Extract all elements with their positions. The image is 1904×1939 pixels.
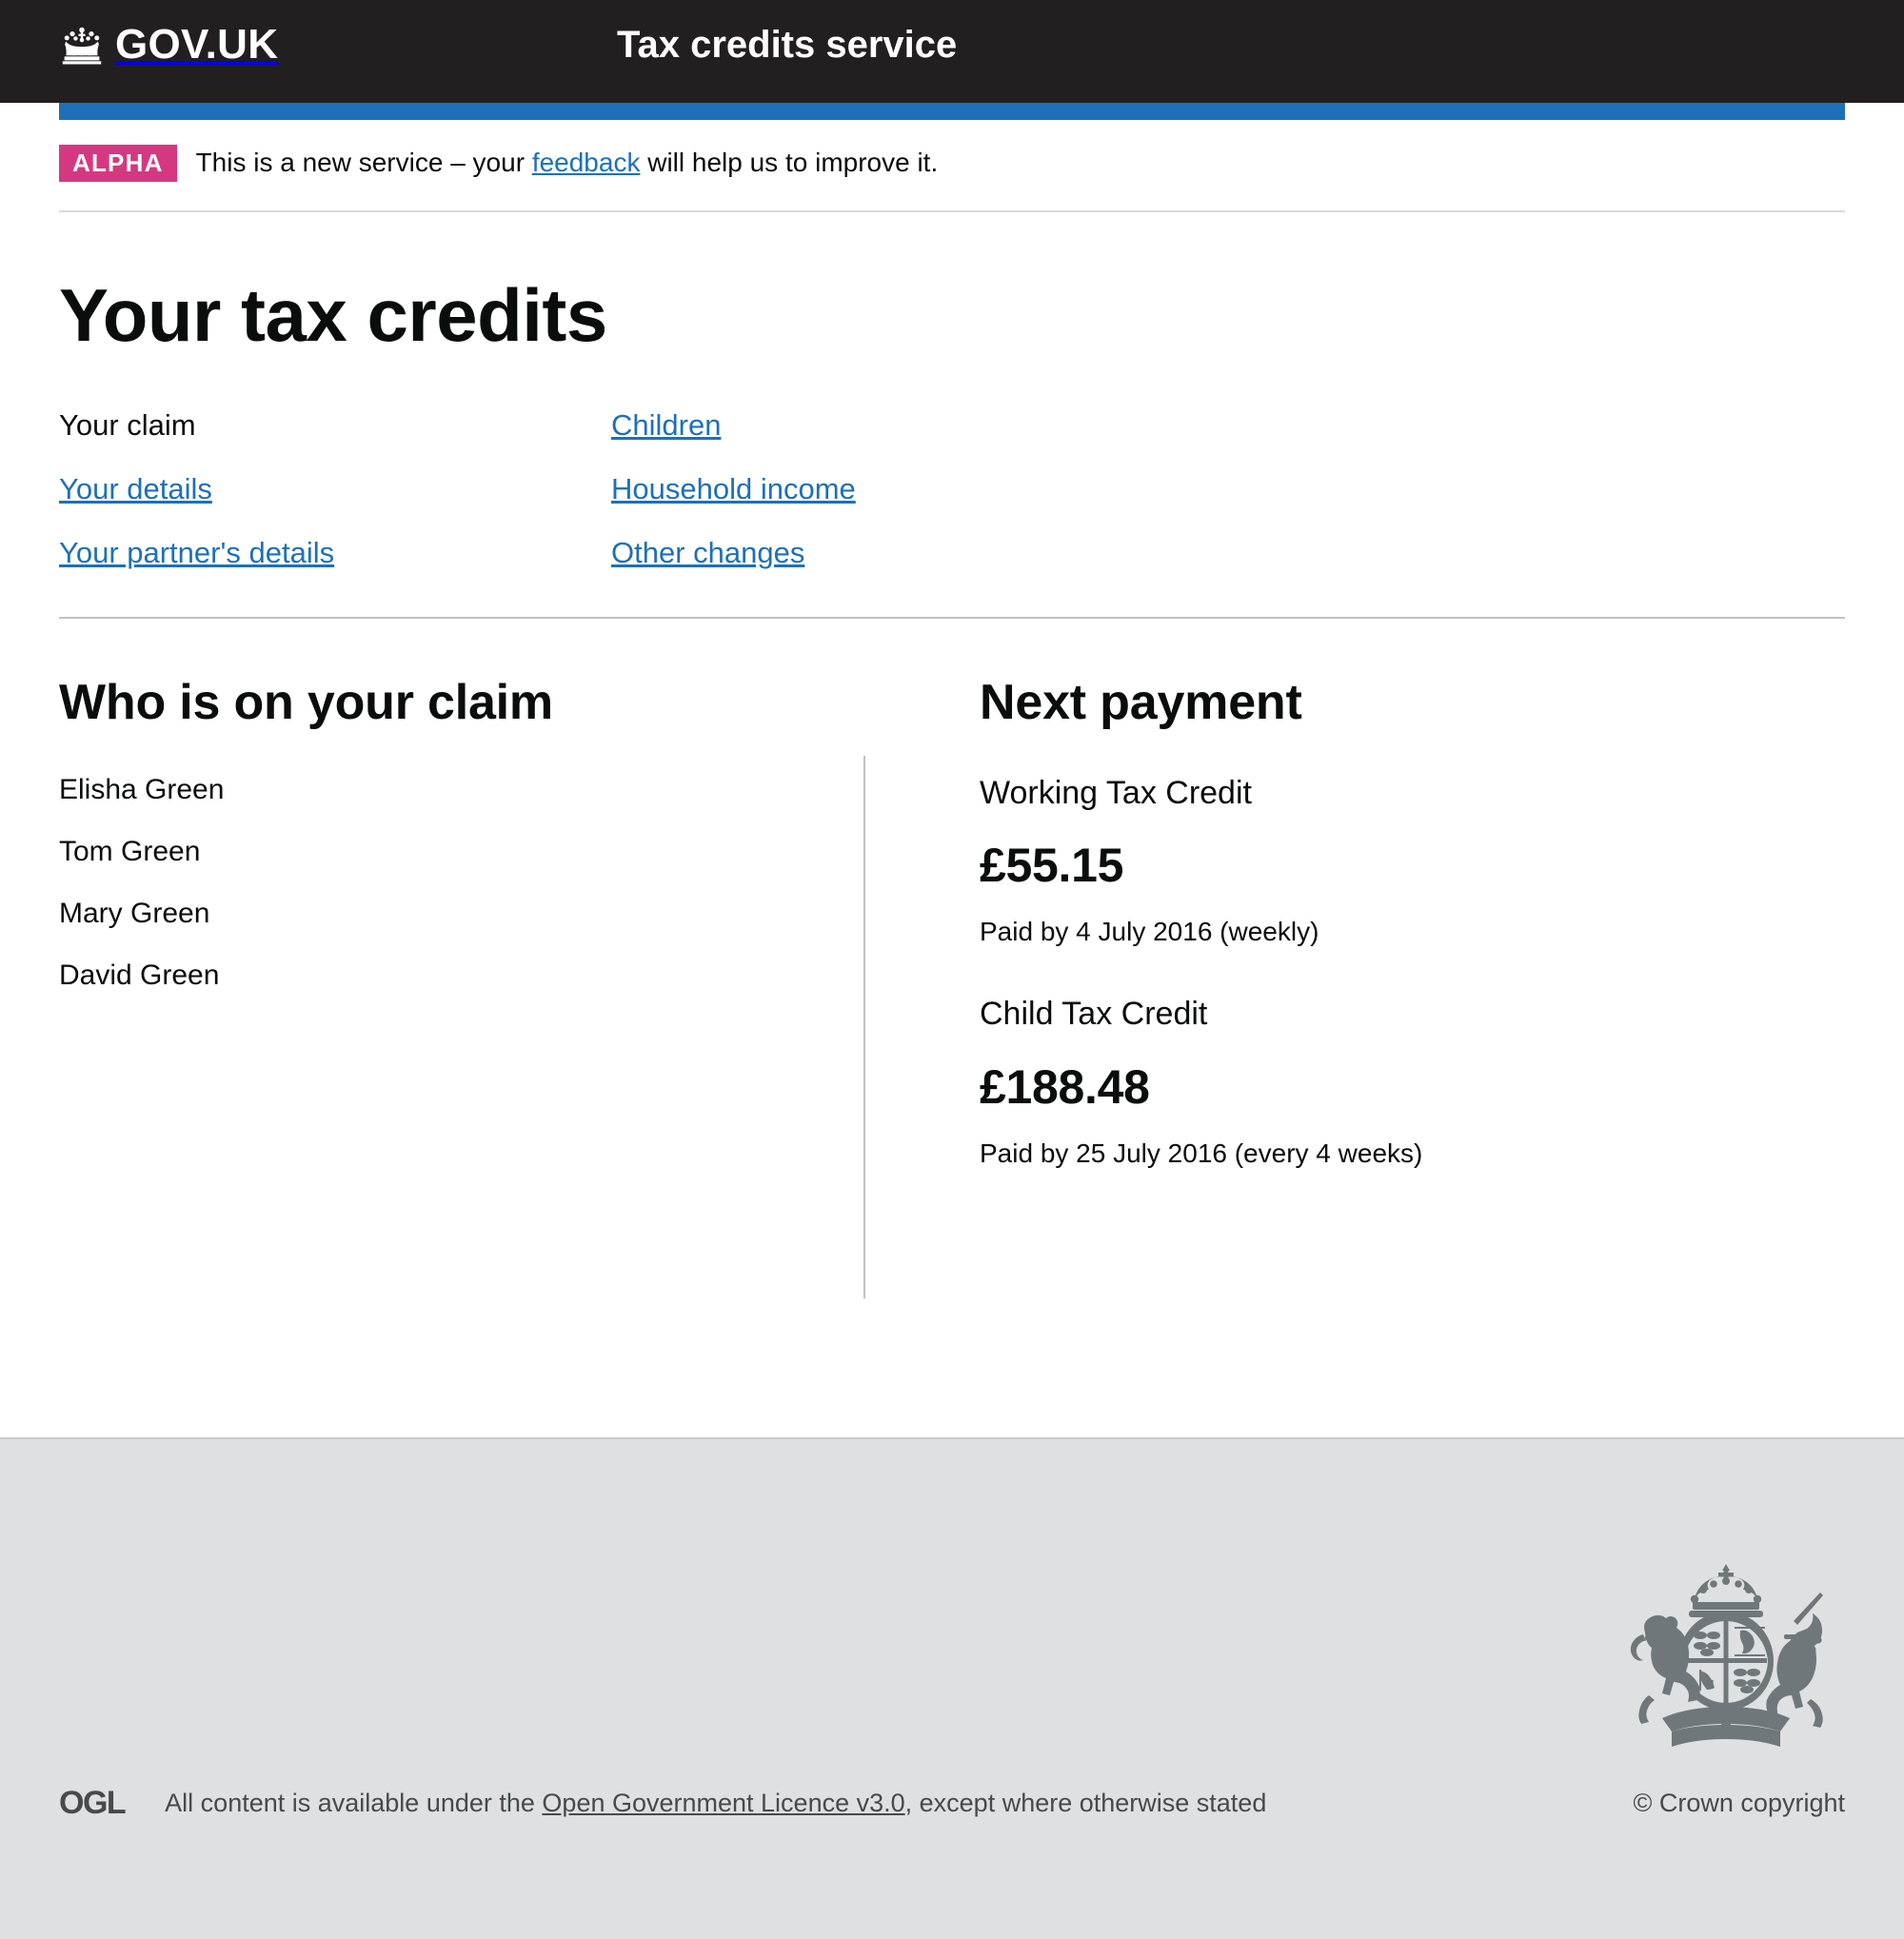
gov-uk-header: GOV.UK Tax credits service bbox=[0, 0, 1904, 103]
footer-licence-text: All content is available under the Open … bbox=[165, 1788, 1633, 1818]
claim-section-title: Who is on your claim bbox=[59, 674, 553, 730]
phase-banner: ALPHA This is a new service – your feedb… bbox=[59, 120, 1845, 212]
nav-link-other-changes[interactable]: Other changes bbox=[611, 536, 804, 569]
royal-coat-of-arms-icon bbox=[1607, 1558, 1845, 1758]
nav-item-household-income[interactable]: Household income bbox=[611, 474, 1845, 538]
payment-working-tax-credit: Working Tax Credit £55.15 Paid by 4 July… bbox=[980, 775, 1845, 947]
section-divider bbox=[59, 616, 1845, 619]
page-title: Your tax credits bbox=[59, 273, 607, 357]
footer-bottom-bar: OGL All content is available under the O… bbox=[59, 1787, 1845, 1819]
payment-date: Paid by 25 July 2016 (every 4 weeks) bbox=[980, 1138, 1423, 1168]
payment-child-tax-credit: Child Tax Credit £188.48 Paid by 25 July… bbox=[980, 996, 1845, 1168]
payment-amount: £55.15 bbox=[980, 839, 1124, 893]
crown-icon bbox=[59, 25, 105, 65]
payment-amount: £188.48 bbox=[980, 1059, 1150, 1114]
payment-label: Child Tax Credit bbox=[980, 996, 1208, 1033]
nav-item-your-partners-details[interactable]: Your partner's details bbox=[59, 538, 611, 602]
nav-link-your-details[interactable]: Your details bbox=[59, 472, 212, 505]
page-footer: OGL All content is available under the O… bbox=[0, 1437, 1904, 1939]
nav-item-children[interactable]: Children bbox=[611, 410, 1845, 474]
phase-banner-text: This is a new service – your feedback wi… bbox=[196, 147, 939, 179]
ogl-logo: OGL bbox=[59, 1785, 127, 1821]
nav-item-your-details[interactable]: Your details bbox=[59, 474, 611, 538]
list-item: Elisha Green bbox=[59, 774, 225, 806]
payment-section-title: Next payment bbox=[980, 674, 1302, 730]
payment-date: Paid by 4 July 2016 (weekly) bbox=[980, 917, 1319, 947]
gov-uk-home-link[interactable]: GOV.UK bbox=[59, 17, 278, 72]
list-item: Mary Green bbox=[59, 898, 210, 930]
nav-item-your-claim: Your claim bbox=[59, 410, 611, 474]
feedback-link[interactable]: feedback bbox=[532, 148, 641, 177]
next-payment-section: Next payment Working Tax Credit £55.15 P… bbox=[865, 674, 1845, 1298]
nav-item-other-changes[interactable]: Other changes bbox=[611, 538, 1845, 602]
crown-copyright: © Crown copyright bbox=[1633, 1788, 1845, 1817]
main-content: Your tax credits Your claim Children You… bbox=[59, 273, 1845, 1298]
nav-label-your-claim: Your claim bbox=[59, 407, 196, 442]
list-item: Tom Green bbox=[59, 836, 201, 868]
nav-link-children[interactable]: Children bbox=[611, 408, 721, 442]
gov-uk-brand-text: GOV.UK bbox=[115, 21, 279, 68]
section-navigation: Your claim Children Your details Househo… bbox=[59, 410, 1845, 602]
who-is-on-your-claim-section: Who is on your claim Elisha Green Tom Gr… bbox=[59, 674, 863, 1298]
open-government-licence-link[interactable]: Open Government Licence v3.0 bbox=[542, 1789, 904, 1817]
licence-text-before: All content is available under the bbox=[165, 1788, 543, 1817]
nav-link-your-partners-details[interactable]: Your partner's details bbox=[59, 536, 334, 569]
content-columns: Who is on your claim Elisha Green Tom Gr… bbox=[59, 674, 1845, 1298]
licence-text-after: , except where otherwise stated bbox=[904, 1788, 1267, 1817]
phase-text-before: This is a new service – your bbox=[195, 148, 532, 177]
phase-text-after: will help us to improve it. bbox=[640, 148, 939, 177]
payment-label: Working Tax Credit bbox=[980, 775, 1252, 812]
nav-link-household-income[interactable]: Household income bbox=[611, 472, 856, 505]
blue-accent-bar bbox=[59, 103, 1845, 120]
list-item: David Green bbox=[59, 960, 220, 992]
phase-tag-alpha: ALPHA bbox=[59, 145, 177, 182]
service-name: Tax credits service bbox=[617, 24, 958, 66]
